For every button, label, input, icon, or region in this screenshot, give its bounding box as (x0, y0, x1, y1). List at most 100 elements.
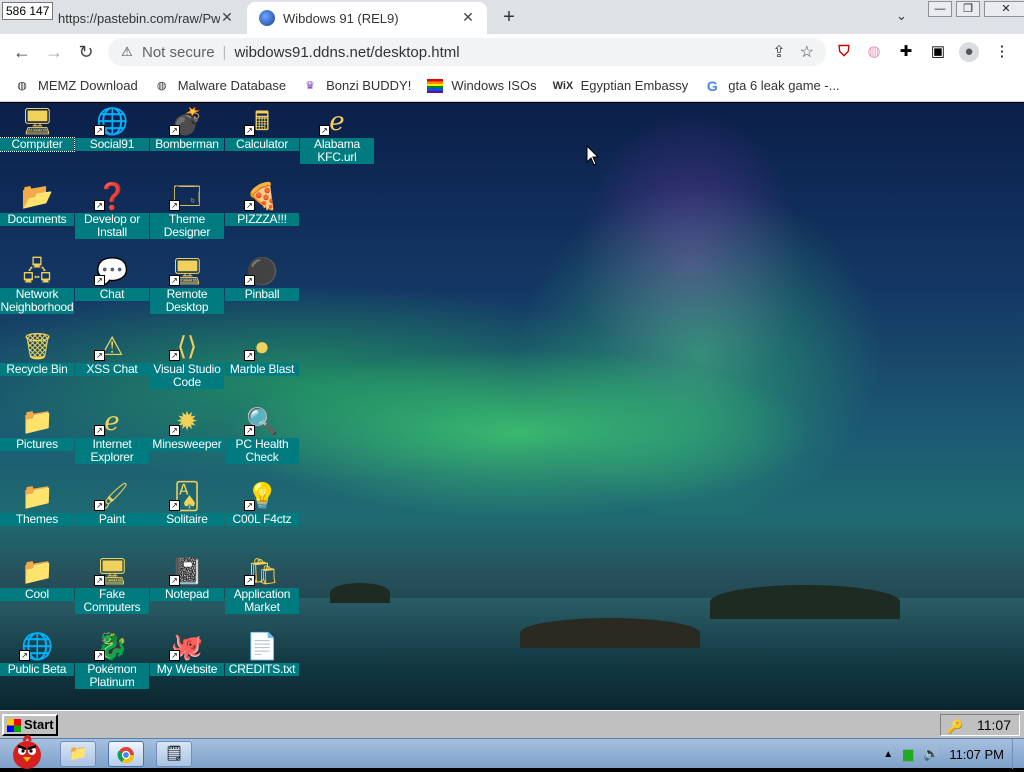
bookmark-star-icon[interactable]: ☆ (800, 42, 814, 62)
side-panel-icon[interactable]: ▣ (928, 42, 948, 62)
bookmark-malware-database[interactable]: ◍ Malware Database (154, 78, 286, 93)
shortcut-arrow-icon: ↗ (319, 125, 330, 136)
address-bar[interactable]: ⚠ Not secure | wibdows91.ddns.net/deskto… (108, 38, 826, 66)
desktop-icon-marble-blast[interactable]: ● ↗ Marble Blast (225, 328, 299, 402)
profile-avatar-icon[interactable]: ● (959, 42, 979, 62)
network-icon[interactable]: ▆ (903, 746, 913, 762)
desktop-icon-xss-chat[interactable]: ⚠ ↗ XSS Chat (75, 328, 149, 402)
app-icon: 🖥 (21, 106, 55, 136)
icon-label: Network Neighborhood (0, 287, 74, 314)
icon-label: Social91 (75, 138, 149, 151)
desktop-icon-pizzza[interactable]: 🍕 ↗ PIZZZA!!! (225, 178, 299, 252)
security-status[interactable]: Not secure (142, 44, 215, 61)
show-desktop-button[interactable] (1012, 739, 1024, 769)
desktop-icon-c00l-f4ctz[interactable]: 💡 ↗ C00L F4ctz (225, 478, 299, 552)
flag-extension-icon[interactable]: ◍ (864, 42, 884, 62)
separator: | (222, 43, 227, 61)
reload-icon[interactable]: ↻ (74, 40, 98, 64)
taskbar-chrome-icon[interactable] (108, 741, 144, 767)
desktop-icon-documents[interactable]: 📂 Documents (0, 178, 74, 252)
desktop-icon-my-website[interactable]: 🐙 ↗ My Website (150, 628, 224, 702)
close-window-button[interactable]: ✕ (984, 1, 1024, 17)
desktop-icon-pinball[interactable]: ⚫ ↗ Pinball (225, 253, 299, 327)
host-clock[interactable]: 11:07 PM (949, 747, 1004, 762)
bookmark-gta6[interactable]: Ggta 6 leak game -... (704, 78, 840, 93)
shortcut-arrow-icon: ↗ (19, 650, 30, 661)
desktop-icon-calculator[interactable]: 🖩 ↗ Calculator (225, 103, 299, 177)
tab-title: Wibdows 91 (REL9) (283, 10, 399, 26)
desktop-icon-social91[interactable]: 🌐 ↗ Social91 (75, 103, 149, 177)
ublock-extension-icon[interactable]: ⛉ (834, 42, 854, 62)
shortcut-arrow-icon: ↗ (94, 200, 105, 211)
tab-strip: 586 147 https://pastebin.com/raw/PwHx ✕ … (0, 0, 1024, 34)
desktop-icon-pok-mon-platinum[interactable]: 🐉 ↗ Pokémon Platinum (75, 628, 149, 702)
share-icon[interactable]: ⇪ (772, 42, 785, 62)
shortcut-arrow-icon: ↗ (169, 350, 180, 361)
desktop-icon-minesweeper[interactable]: ✹ ↗ Minesweeper (150, 403, 224, 477)
shortcut-arrow-icon: ↗ (244, 425, 255, 436)
tray-overflow-arrow-icon[interactable]: ▲ (883, 749, 893, 760)
desktop-icon-paint[interactable]: 🖌 ↗ Paint (75, 478, 149, 552)
forward-arrow-icon[interactable]: → (42, 40, 66, 64)
taskbar-notepad-icon[interactable]: 🗒 (156, 741, 192, 767)
desktop-icon-public-beta[interactable]: 🌐 ↗ Public Beta (0, 628, 74, 702)
window-controls: — ❐ ✕ (928, 1, 1024, 17)
close-icon[interactable]: ✕ (459, 8, 477, 26)
icon-label: PC Health Check (225, 438, 299, 464)
desktop-icon-credits-txt[interactable]: 📄 CREDITS.txt (225, 628, 299, 702)
new-tab-button[interactable]: + (497, 6, 521, 28)
desktop-icon-cool[interactable]: 📁 Cool (0, 553, 74, 627)
icon-label: Paint (75, 513, 149, 526)
bookmark-bonzi-buddy[interactable]: ♛ Bonzi BUDDY! (302, 78, 411, 93)
desktop-icon-pictures[interactable]: 📁 Pictures (0, 403, 74, 477)
desktop-icon-develop-or-install[interactable]: ❓ ↗ Develop or Install (75, 178, 149, 252)
desktop-icon-remote-desktop[interactable]: 🖥 ↗ Remote Desktop (150, 253, 224, 327)
close-icon[interactable]: ✕ (218, 8, 236, 26)
volume-icon[interactable]: 🔊 (923, 746, 939, 762)
angry-bird-start-icon[interactable] (2, 733, 52, 769)
wibdows-favicon-icon (259, 10, 275, 26)
icon-label: XSS Chat (75, 363, 149, 376)
desktop-wallpaper[interactable]: 🖥 Computer 🌐 ↗ Social91 💣 ↗ Bomberman 🖩 ↗ Calculat… (0, 103, 1024, 710)
kebab-menu-icon[interactable]: ⋮ (992, 42, 1012, 62)
desktop-icon-internet-explorer[interactable]: ℯ ↗ Internet Explorer (75, 403, 149, 477)
desktop-icon-solitaire[interactable]: 🂡 ↗ Solitaire (150, 478, 224, 552)
desktop-icon-pc-health-check[interactable]: 🔍 ↗ PC Health Check (225, 403, 299, 477)
icon-label: Pokémon Platinum (75, 663, 149, 689)
icon-label: Pinball (225, 288, 299, 301)
desktop-icon-network-neighborhood[interactable]: 🖧 Network Neighborhood (0, 253, 74, 327)
desktop-icon-notepad[interactable]: 📓 ↗ Notepad (150, 553, 224, 627)
desktop-icon-chat[interactable]: 💬 ↗ Chat (75, 253, 149, 327)
icon-label: Computer (0, 137, 75, 152)
warning-triangle-icon[interactable]: ⚠ (118, 43, 136, 61)
url-text[interactable]: wibdows91.ddns.net/desktop.html (234, 44, 459, 61)
back-arrow-icon[interactable]: ← (10, 40, 34, 64)
maximize-button[interactable]: ❐ (956, 1, 980, 17)
icon-label: Develop or Install (75, 213, 149, 239)
icon-label: Bomberman (150, 138, 224, 151)
app-icon: 🗑 (21, 331, 55, 361)
win91-clock[interactable]: 11:07 (977, 715, 1011, 735)
bookmark-egyptian-embassy[interactable]: WiX Egyptian Embassy (553, 78, 689, 93)
desktop-icon-visual-studio-code[interactable]: ⟨⟩ ↗ Visual Studio Code (150, 328, 224, 402)
shortcut-arrow-icon: ↗ (244, 500, 255, 511)
extensions-puzzle-icon[interactable]: ✚ (896, 42, 916, 62)
minimize-button[interactable]: — (928, 1, 952, 17)
desktop-icon-fake-computers[interactable]: 🖥 ↗ Fake Computers (75, 553, 149, 627)
tab-wibdows91[interactable]: Wibdows 91 (REL9) ✕ (247, 2, 487, 34)
bookmarks-bar: ◍ MEMZ Download ◍ Malware Database ♛ Bonzi … (0, 70, 1024, 102)
bookmark-windows-isos[interactable]: Windows ISOs (427, 78, 537, 93)
desktop-icon-theme-designer[interactable]: 🗔 ↗ Theme Designer (150, 178, 224, 252)
desktop-icon-recycle-bin[interactable]: 🗑 Recycle Bin (0, 328, 74, 402)
tab-search-chevron-icon[interactable]: ⌄ (896, 8, 907, 24)
desktop-icon-application-market[interactable]: 🛍 ↗ Application Market (225, 553, 299, 627)
taskbar-explorer-icon[interactable]: 📁 (60, 741, 96, 767)
desktop-icon-computer[interactable]: 🖥 Computer (0, 103, 75, 177)
key-icon[interactable]: 🔑 (947, 717, 963, 737)
desktop-icon-alabama-kfc-url[interactable]: ℯ ↗ Alabama KFC.url (300, 103, 374, 177)
desktop-icon-themes[interactable]: 📁 Themes (0, 478, 74, 552)
icon-label: CREDITS.txt (225, 663, 299, 676)
desktop-icon-bomberman[interactable]: 💣 ↗ Bomberman (150, 103, 224, 177)
icon-label: Notepad (150, 588, 224, 601)
bookmark-memz[interactable]: ◍ MEMZ Download (14, 78, 138, 93)
